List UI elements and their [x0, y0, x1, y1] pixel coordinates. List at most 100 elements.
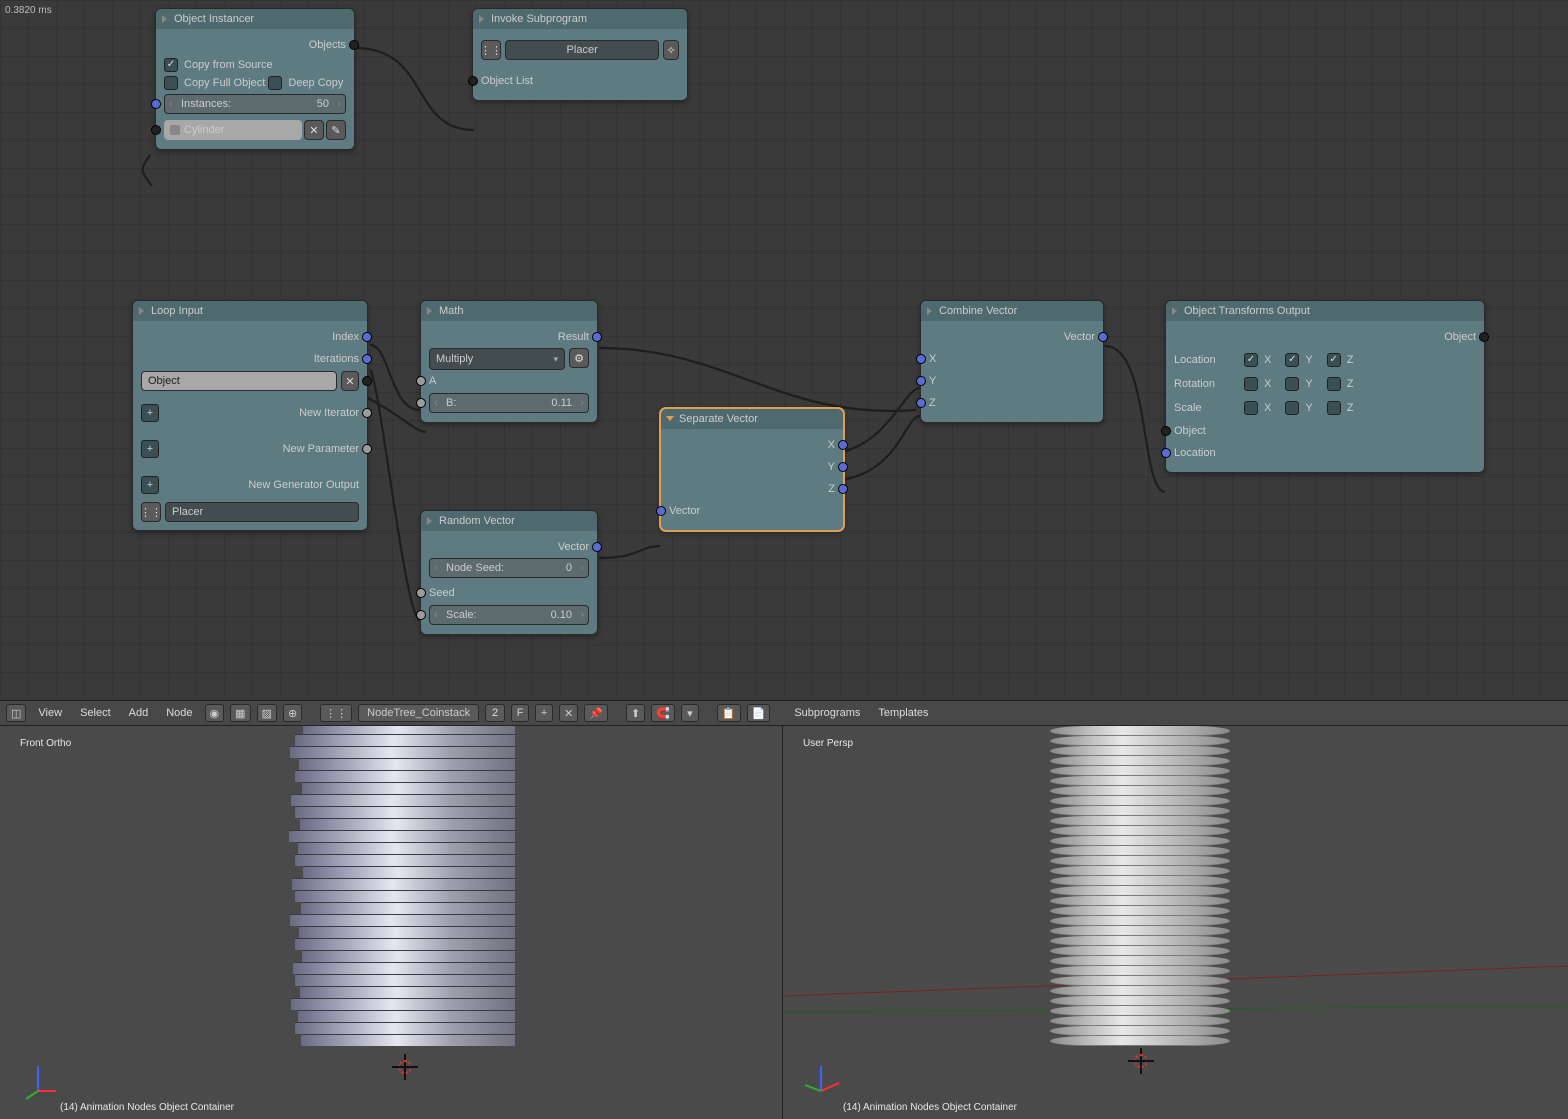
nodetree-name-field[interactable]: NodeTree_Coinstack: [358, 704, 479, 722]
socket-in-object[interactable]: [1161, 426, 1171, 436]
subprogram-name-field[interactable]: Placer: [505, 40, 659, 60]
nodetree-browse-button[interactable]: ⋮⋮: [320, 704, 352, 722]
field-value: 50: [317, 98, 329, 110]
nodetree-unlink-button[interactable]: ✕: [559, 704, 578, 722]
node-title: Math: [439, 305, 463, 317]
node-title: Object Transforms Output: [1184, 305, 1310, 317]
mesh-icon: [170, 125, 180, 135]
socket-in-a[interactable]: [416, 376, 426, 386]
socket-in-instances[interactable]: [151, 99, 161, 109]
node-loop-input[interactable]: Loop Input Index Iterations Object ✕ +Ne…: [132, 300, 368, 531]
socket-new-iterator[interactable]: [362, 408, 372, 418]
node-invoke-subprogram[interactable]: Invoke Subprogram ⋮⋮ Placer ✧ Object Lis…: [472, 8, 688, 101]
node-math[interactable]: Math Result Multiply▾ ⚙ A B:0.11: [420, 300, 598, 423]
node-combine-vector[interactable]: Combine Vector Vector X Y Z: [920, 300, 1104, 423]
socket-out-vector[interactable]: [592, 542, 602, 552]
socket-out-z[interactable]: [838, 484, 848, 494]
scale-z-check[interactable]: Z: [1327, 401, 1354, 415]
check-label: Y: [1305, 378, 1312, 390]
checkbox-copy-from-source[interactable]: Copy from Source: [164, 58, 273, 72]
rot-y-check[interactable]: Y: [1285, 377, 1312, 391]
subprogram-new-button[interactable]: ✧: [663, 40, 679, 60]
socket-out-index[interactable]: [362, 332, 372, 342]
loc-y-check[interactable]: Y: [1285, 353, 1312, 367]
menu-templates[interactable]: Templates: [872, 707, 934, 719]
menu-add[interactable]: Add: [123, 707, 155, 719]
menu-subprograms[interactable]: Subprograms: [788, 707, 866, 719]
tree-type-texture-button[interactable]: ▨: [257, 704, 277, 722]
row-label: Location: [1174, 354, 1230, 366]
object-field[interactable]: Cylinder: [164, 120, 302, 140]
node-editor-canvas[interactable]: 0.3820 ms Object Instancer Objects Copy …: [0, 0, 1568, 700]
paste-button[interactable]: 📄: [747, 704, 771, 722]
socket-in-object-list[interactable]: [468, 76, 478, 86]
loc-z-check[interactable]: Z: [1327, 353, 1354, 367]
scale-x-check[interactable]: X: [1244, 401, 1271, 415]
menu-node[interactable]: Node: [160, 707, 198, 719]
tree-type-compositor-button[interactable]: ▦: [230, 704, 250, 722]
socket-in-vector[interactable]: [656, 506, 666, 516]
socket-in-y[interactable]: [916, 376, 926, 386]
rot-z-check[interactable]: Z: [1327, 377, 1354, 391]
node-random-vector[interactable]: Random Vector Vector Node Seed:0 Seed Sc…: [420, 510, 598, 635]
socket-out-x[interactable]: [838, 440, 848, 450]
socket-out-result[interactable]: [592, 332, 602, 342]
math-b-stepper[interactable]: B:0.11: [429, 393, 589, 413]
viewport-front-ortho[interactable]: Front Ortho (14) Animation Nodes Object …: [0, 726, 783, 1119]
socket-in-x[interactable]: [916, 354, 926, 364]
socket-out-vector[interactable]: [1098, 332, 1108, 342]
loop-subprogram-browse-button[interactable]: ⋮⋮: [141, 502, 161, 522]
socket-in-scale[interactable]: [416, 610, 426, 620]
snap-type-button[interactable]: ▾: [681, 704, 699, 722]
node-object-transforms-output[interactable]: Object Transforms Output Object Location…: [1165, 300, 1485, 473]
loop-subprogram-field[interactable]: Placer: [165, 502, 359, 522]
field-value: Placer: [172, 506, 203, 518]
math-mode-dropdown[interactable]: Multiply▾: [429, 348, 565, 370]
menu-view[interactable]: View: [32, 707, 68, 719]
pin-button[interactable]: 📌: [584, 704, 608, 722]
viewport-user-persp[interactable]: User Persp (14) Animation Nodes Object C…: [783, 726, 1568, 1119]
socket-in-seed[interactable]: [416, 588, 426, 598]
menu-select[interactable]: Select: [74, 707, 117, 719]
socket-label: New Generator Output: [167, 479, 359, 491]
scale-stepper[interactable]: Scale:0.10: [429, 605, 589, 625]
socket-out-objects[interactable]: [349, 40, 359, 50]
socket-in-b[interactable]: [416, 398, 426, 408]
go-parent-button[interactable]: ⬆: [626, 704, 645, 722]
node-seed-stepper[interactable]: Node Seed:0: [429, 558, 589, 578]
add-parameter-button[interactable]: +: [141, 440, 159, 458]
nodetree-new-button[interactable]: +: [535, 704, 553, 722]
socket-out-object[interactable]: [362, 376, 372, 386]
loop-object-field[interactable]: Object: [141, 371, 337, 391]
clear-button[interactable]: ✕: [341, 371, 359, 391]
loc-x-check[interactable]: X: [1244, 353, 1271, 367]
node-object-instancer[interactable]: Object Instancer Objects Copy from Sourc…: [155, 8, 355, 150]
node-separate-vector[interactable]: Separate Vector X Y Z Vector: [660, 408, 844, 531]
subprogram-browse-button[interactable]: ⋮⋮: [481, 40, 501, 60]
socket-out-y[interactable]: [838, 462, 848, 472]
fake-user-button[interactable]: F: [511, 704, 529, 722]
eyedropper-button[interactable]: ✎: [326, 120, 346, 140]
math-settings-button[interactable]: ⚙: [569, 348, 589, 368]
tree-type-an-button[interactable]: ⊕: [283, 704, 302, 722]
instances-stepper[interactable]: Instances:50: [164, 94, 346, 114]
socket-new-parameter[interactable]: [362, 444, 372, 454]
editor-type-button[interactable]: ◫: [6, 704, 26, 722]
field-label: Node Seed:: [446, 562, 504, 574]
socket-out-object[interactable]: [1479, 332, 1489, 342]
rot-x-check[interactable]: X: [1244, 377, 1271, 391]
clear-object-button[interactable]: ✕: [304, 120, 324, 140]
tree-type-shader-button[interactable]: ◉: [205, 704, 225, 722]
copy-button[interactable]: 📋: [717, 704, 741, 722]
add-iterator-button[interactable]: +: [141, 404, 159, 422]
scale-y-check[interactable]: Y: [1285, 401, 1312, 415]
socket-in-location[interactable]: [1161, 448, 1171, 458]
socket-in-z[interactable]: [916, 398, 926, 408]
snap-button[interactable]: 🧲: [651, 704, 675, 722]
checkbox-copy-full-object[interactable]: Copy Full Object: [164, 76, 265, 90]
socket-in-object[interactable]: [151, 125, 161, 135]
socket-out-iterations[interactable]: [362, 354, 372, 364]
nodetree-users-button[interactable]: 2: [485, 704, 505, 722]
checkbox-deep-copy[interactable]: Deep Copy: [268, 76, 343, 90]
add-generator-button[interactable]: +: [141, 476, 159, 494]
